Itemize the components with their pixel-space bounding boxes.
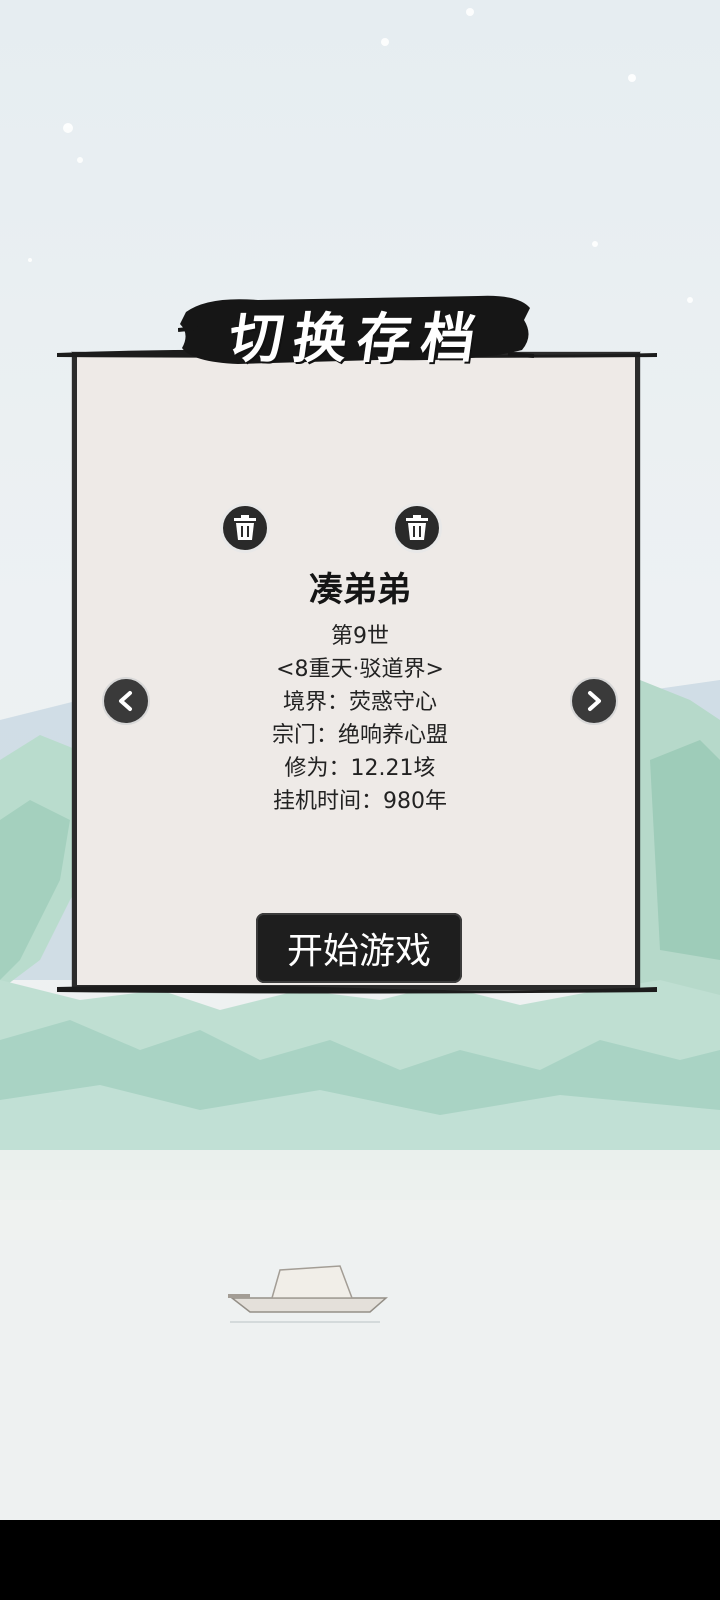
character-heaven-level: <8重天·驳道界> — [276, 657, 444, 682]
brush-stroke-bottom — [57, 985, 657, 994]
page-title: 切换存档 — [224, 306, 490, 370]
delete-save-2-button[interactable] — [392, 503, 442, 553]
start-game-button[interactable]: 开始游戏 — [256, 913, 462, 983]
trash-icon — [406, 515, 428, 540]
chevron-left-icon — [119, 691, 132, 711]
character-idle-time: 挂机时间：980年 — [273, 789, 447, 814]
next-save-button[interactable] — [570, 677, 618, 725]
delete-save-1-button[interactable] — [220, 503, 270, 553]
character-realm: 境界：荧惑守心 — [282, 690, 437, 715]
character-name: 凑弟弟 — [309, 570, 411, 610]
system-nav-bar — [0, 1520, 720, 1600]
chevron-right-icon — [588, 691, 601, 711]
character-sect: 宗门：绝响养心盟 — [271, 723, 448, 748]
character-generation: 第9世 — [331, 624, 389, 649]
prev-save-button[interactable] — [102, 677, 150, 725]
title-banner: 切换存档 — [178, 290, 538, 370]
trash-icon — [234, 515, 256, 540]
character-cultivation: 修为：12.21垓 — [284, 756, 436, 781]
